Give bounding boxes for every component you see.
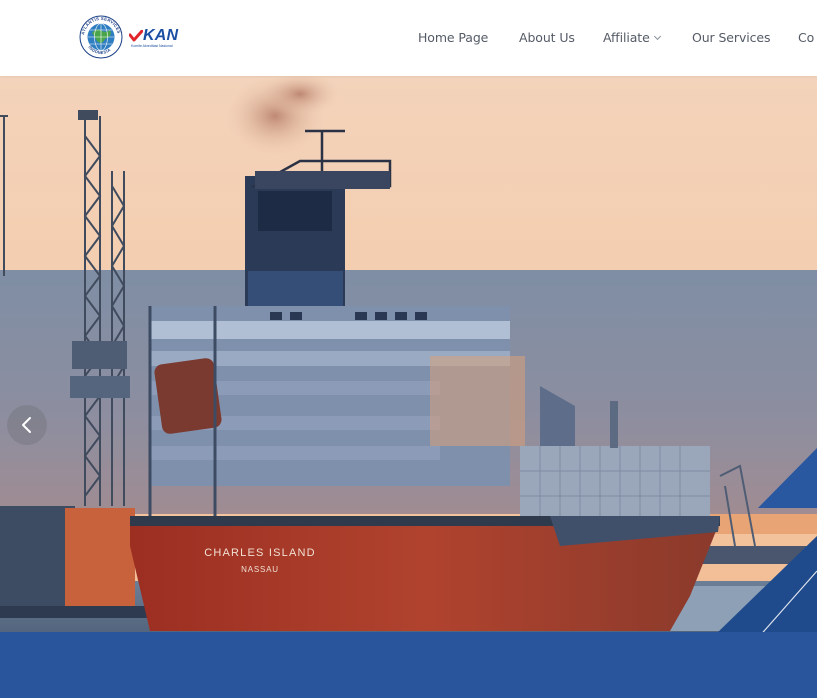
nav-home-page[interactable]: Home Page	[418, 29, 488, 47]
kan-logo[interactable]: KAN Komite Akreditasi Nasional	[129, 27, 178, 51]
kan-logo-text: KAN	[143, 27, 179, 44]
hero-ship-image: CHARLES ISLAND NASSAU	[0, 76, 817, 698]
ship-port-text: NASSAU	[241, 565, 279, 574]
nav-affiliate-label: Affiliate	[603, 30, 650, 45]
nav-affiliate[interactable]: Affiliate	[603, 29, 661, 47]
globe-logo-icon: ATLANTIS SERVICES INDONESIA	[79, 15, 123, 59]
slider-prev-button[interactable]	[7, 405, 47, 445]
nav-our-services[interactable]: Our Services	[692, 29, 770, 47]
site-header: ATLANTIS SERVICES INDONESIA KAN Komite A…	[0, 0, 817, 76]
kan-check-icon	[129, 29, 143, 41]
nav-contact[interactable]: Co	[798, 29, 814, 47]
blue-banner-band	[0, 632, 817, 698]
ship-name-text: CHARLES ISLAND	[204, 547, 316, 559]
kan-logo-subtitle: Komite Akreditasi Nasional	[131, 44, 173, 48]
nav-about-us[interactable]: About Us	[519, 29, 575, 47]
chevron-left-icon	[22, 417, 31, 433]
chevron-down-icon	[653, 32, 661, 41]
atlantis-services-logo[interactable]: ATLANTIS SERVICES INDONESIA	[78, 14, 124, 60]
hero-slider: CHARLES ISLAND NASSAU	[0, 76, 817, 698]
